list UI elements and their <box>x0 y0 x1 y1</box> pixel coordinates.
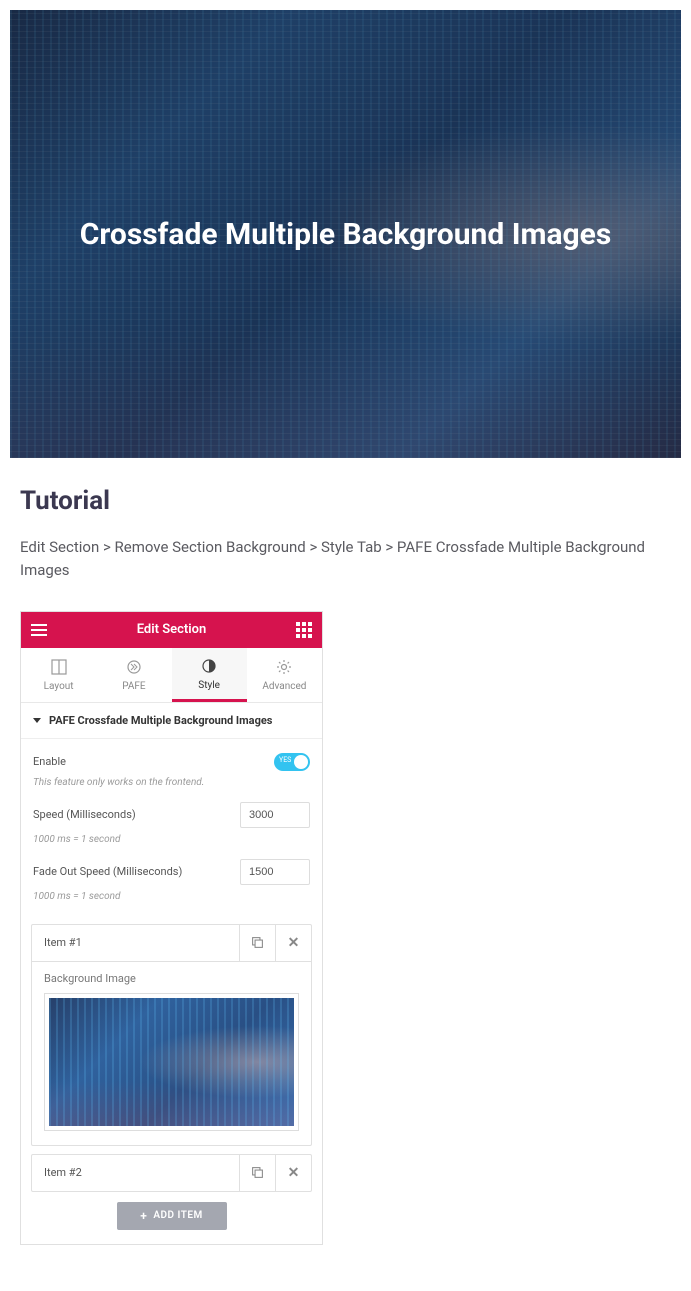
accordion-header[interactable]: PAFE Crossfade Multiple Background Image… <box>21 703 322 739</box>
tab-advanced[interactable]: Advanced <box>247 648 322 702</box>
bg-image-thumbnail <box>49 998 294 1126</box>
tab-layout[interactable]: Layout <box>21 648 96 702</box>
tab-pafe[interactable]: PAFE <box>96 648 171 702</box>
tab-label: Advanced <box>262 681 306 692</box>
item-title[interactable]: Item #2 <box>32 1155 239 1191</box>
item-title[interactable]: Item #1 <box>32 925 239 961</box>
apps-icon[interactable] <box>296 622 312 638</box>
plus-icon: + <box>140 1210 147 1222</box>
tab-style[interactable]: Style <box>172 648 247 702</box>
tutorial-heading: Tutorial <box>20 486 671 516</box>
copy-icon <box>251 1166 264 1179</box>
speed-input[interactable] <box>240 802 310 828</box>
panel-tabs: Layout PAFE Style <box>21 648 322 703</box>
caret-down-icon <box>33 718 41 723</box>
bg-image-label: Background Image <box>44 972 299 985</box>
item-card: Item #1 ✕ Background Image <box>31 924 312 1146</box>
duplicate-button[interactable] <box>239 1155 275 1191</box>
add-item-label: ADD ITEM <box>153 1210 202 1221</box>
item-card: Item #2 ✕ <box>31 1154 312 1192</box>
tutorial-breadcrumb: Edit Section > Remove Section Background… <box>20 536 671 583</box>
hero-banner: Crossfade Multiple Background Images <box>10 10 681 458</box>
style-icon <box>201 658 217 674</box>
bg-image-preview[interactable] <box>44 993 299 1131</box>
fadeout-label: Fade Out Speed (Milliseconds) <box>33 865 182 878</box>
toggle-text: YES <box>279 756 291 764</box>
layout-icon <box>51 659 67 675</box>
fadeout-input[interactable] <box>240 859 310 885</box>
elementor-panel-screenshot: Edit Section Layout PAFE <box>20 611 323 1245</box>
enable-toggle[interactable]: YES <box>274 753 310 771</box>
enable-label: Enable <box>33 755 66 768</box>
accordion-title: PAFE Crossfade Multiple Background Image… <box>49 714 272 727</box>
hero-title: Crossfade Multiple Background Images <box>60 217 632 252</box>
close-icon: ✕ <box>288 935 300 951</box>
close-icon: ✕ <box>288 1165 300 1181</box>
pafe-icon <box>126 659 142 675</box>
tab-label: Style <box>198 680 220 691</box>
duplicate-button[interactable] <box>239 925 275 961</box>
panel-body: Enable YES This feature only works on th… <box>21 739 322 916</box>
fadeout-hint: 1000 ms = 1 second <box>33 891 310 902</box>
speed-hint: 1000 ms = 1 second <box>33 834 310 845</box>
tab-label: Layout <box>44 681 74 692</box>
delete-button[interactable]: ✕ <box>275 1155 311 1191</box>
menu-icon[interactable] <box>31 624 47 636</box>
enable-hint: This feature only works on the frontend. <box>33 777 310 788</box>
copy-icon <box>251 936 264 949</box>
add-item-button[interactable]: + ADD ITEM <box>117 1202 227 1230</box>
tab-label: PAFE <box>122 681 145 692</box>
items-section: Item #1 ✕ Background Image <box>21 916 322 1244</box>
gear-icon <box>276 659 292 675</box>
panel-header: Edit Section <box>21 612 322 648</box>
speed-label: Speed (Milliseconds) <box>33 808 136 821</box>
delete-button[interactable]: ✕ <box>275 925 311 961</box>
panel-header-title: Edit Section <box>137 622 207 637</box>
